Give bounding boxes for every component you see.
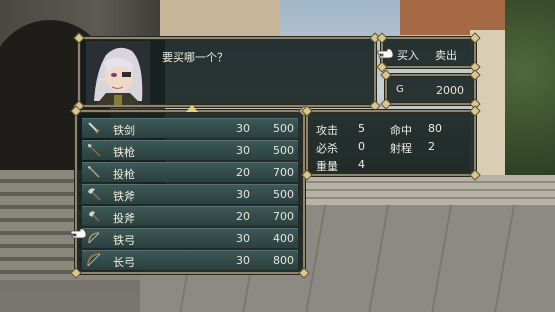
buy-option[interactable]: 买入 (397, 47, 419, 63)
item-uses: 30 (236, 122, 250, 135)
longbow-icon (87, 253, 101, 267)
weight-value: 4 (358, 158, 365, 171)
item-name: 长弓 (113, 256, 135, 269)
item-row[interactable]: 投斧 20 700 (82, 206, 298, 226)
item-list: 铁剑 30 500 铁枪 30 500 投枪 20 700 铁斧 30 500 … (70, 105, 310, 279)
attack-label: 攻击 (316, 124, 338, 137)
item-name: 铁剑 (113, 124, 135, 137)
attack-value: 5 (358, 122, 365, 135)
hit-label: 命中 (390, 124, 412, 137)
item-price: 700 (273, 210, 294, 223)
weapon-stats-panel: 攻击 5 命中 80 必杀 0 射程 2 重量 4 (301, 105, 481, 181)
sword-icon (88, 122, 100, 134)
item-row[interactable]: 铁剑 30 500 (82, 118, 298, 138)
item-uses: 30 (236, 144, 250, 157)
pointer-hand-icon (377, 48, 394, 59)
item-price: 800 (273, 254, 294, 267)
gold-value: 2000 (436, 84, 464, 97)
bow-icon (88, 232, 100, 244)
item-name: 投斧 (113, 212, 135, 225)
dialog-text: 要买哪一个？ (162, 51, 228, 64)
range-value: 2 (428, 140, 435, 153)
javelin-icon (88, 166, 100, 178)
shopkeeper-portrait (86, 41, 150, 105)
item-uses: 30 (236, 254, 250, 267)
item-name: 铁枪 (113, 146, 135, 159)
gold-display: G 2000 (380, 69, 481, 110)
gold-label: G (396, 84, 404, 95)
hand-axe-icon (89, 211, 100, 222)
lance-icon (87, 143, 101, 157)
item-row[interactable]: 投枪 20 700 (82, 162, 298, 182)
item-price: 500 (273, 144, 294, 157)
axe-icon (88, 188, 101, 201)
item-price: 500 (273, 122, 294, 135)
item-price: 500 (273, 188, 294, 201)
shopkeeper-dialog: 要买哪一个？ (73, 32, 381, 112)
item-uses: 30 (236, 188, 250, 201)
item-row-selected[interactable]: 铁弓 30 400 (82, 228, 298, 248)
item-uses: 20 (236, 166, 250, 179)
item-row[interactable]: 铁斧 30 500 (82, 184, 298, 204)
weight-label: 重量 (316, 160, 338, 173)
range-label: 射程 (390, 142, 412, 155)
crit-value: 0 (358, 140, 365, 153)
item-price: 700 (273, 166, 294, 179)
item-row[interactable]: 铁枪 30 500 (82, 140, 298, 160)
item-price: 400 (273, 232, 294, 245)
item-uses: 20 (236, 210, 250, 223)
item-name: 铁弓 (113, 234, 135, 247)
hit-value: 80 (428, 122, 442, 135)
item-uses: 30 (236, 232, 250, 245)
selection-cursor-hand-icon (70, 228, 87, 239)
sell-option[interactable]: 卖出 (435, 47, 457, 63)
command-menu: 买入 卖出 (376, 32, 481, 73)
item-row[interactable]: 长弓 30 800 (82, 250, 298, 270)
crit-label: 必杀 (316, 142, 338, 155)
scroll-up-arrow-icon[interactable] (186, 105, 198, 112)
item-name: 铁斧 (113, 190, 135, 203)
item-name: 投枪 (113, 168, 135, 181)
